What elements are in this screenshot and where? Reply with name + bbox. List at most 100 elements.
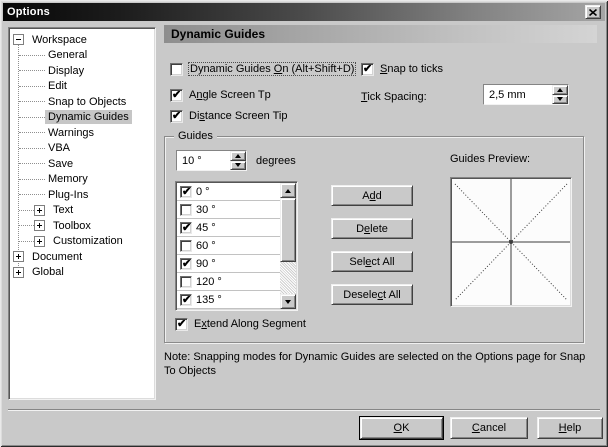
- angle-label: 0 °: [196, 186, 210, 198]
- tree-connector-stub: [19, 132, 45, 133]
- tree-item-label: General: [45, 48, 90, 62]
- delete-button[interactable]: Delete: [331, 218, 413, 239]
- tree-item-dynamic-guides[interactable]: Dynamic Guides: [9, 110, 155, 126]
- checkbox-icon[interactable]: [180, 258, 192, 270]
- expand-plus-icon[interactable]: [13, 267, 24, 278]
- guides-group: Guides 10 ° degrees 0 °30 °45 °60 °90 °1…: [164, 136, 584, 343]
- tick-spacing-label: Tick Spacing:: [361, 91, 427, 103]
- checkbox-icon[interactable]: [180, 294, 192, 306]
- options-tree[interactable]: WorkspaceGeneral DisplayEditSnap to Objec…: [8, 27, 156, 400]
- tree-item-toolbox[interactable]: Toolbox: [9, 218, 155, 234]
- arrow-down-icon: [235, 163, 241, 167]
- angle-row-135[interactable]: 135 °: [177, 291, 280, 309]
- extend-along-segment-checkbox[interactable]: Extend Along Segment: [175, 317, 306, 331]
- scrollbar-thumb[interactable]: [280, 198, 296, 262]
- ok-button[interactable]: OK: [360, 417, 443, 439]
- tree-item-plug-ins[interactable]: Plug-Ins: [9, 187, 155, 203]
- tree-item-text[interactable]: Text: [9, 203, 155, 219]
- footer-separator: [8, 409, 600, 411]
- expand-plus-icon[interactable]: [34, 236, 45, 247]
- tree-item-warnings[interactable]: Warnings: [9, 125, 155, 141]
- degrees-value[interactable]: 10 °: [177, 151, 230, 170]
- guides-group-title: Guides: [174, 130, 217, 142]
- page-title: Dynamic Guides: [164, 25, 597, 43]
- guides-preview: [450, 177, 572, 307]
- cancel-button[interactable]: Cancel: [450, 417, 528, 439]
- guides-preview-label: Guides Preview:: [450, 153, 530, 165]
- dynamic-guides-on-checkbox[interactable]: Dynamic Guides On (Alt+Shift+D): [170, 62, 355, 76]
- tree-item-snap-to-objects[interactable]: Snap to Objects: [9, 94, 155, 110]
- checkbox-icon[interactable]: [180, 204, 192, 216]
- tree-item-label: Edit: [45, 79, 70, 93]
- angle-label: 30 °: [196, 204, 216, 216]
- checkbox-icon[interactable]: [180, 276, 192, 288]
- checkbox-icon[interactable]: [180, 222, 192, 234]
- add-button[interactable]: Add: [331, 185, 413, 206]
- tree-item-customization[interactable]: Customization: [9, 234, 155, 250]
- collapse-minus-icon[interactable]: [13, 34, 24, 45]
- spin-down-button[interactable]: [552, 95, 568, 105]
- angle-screen-tip-label: Angle Screen Tp: [189, 89, 271, 101]
- close-button[interactable]: [585, 5, 601, 19]
- angle-row-45[interactable]: 45 °: [177, 219, 280, 237]
- angle-screen-tip-checkbox[interactable]: Angle Screen Tp: [170, 88, 271, 102]
- angle-row-30[interactable]: 30 °: [177, 201, 280, 219]
- tree-connector-stub: [19, 86, 45, 87]
- angle-row-90[interactable]: 90 °: [177, 255, 280, 273]
- tree-item-label: Warnings: [45, 126, 97, 140]
- checkbox-icon[interactable]: [180, 240, 192, 252]
- angle-label: 60 °: [196, 240, 216, 252]
- expand-plus-icon[interactable]: [13, 251, 24, 262]
- checkbox-icon[interactable]: [175, 318, 188, 331]
- tree-connector-stub: [19, 241, 34, 242]
- angle-list[interactable]: 0 ° 30 ° 45 ° 60 ° 90 ° 120 °135 °: [175, 181, 298, 311]
- tree-connector-stub: [19, 55, 45, 56]
- tree-connector-stub: [19, 225, 34, 226]
- spin-down-button[interactable]: [230, 161, 246, 171]
- options-dialog: Options WorkspaceGeneralDisplayEditSnap …: [0, 0, 608, 447]
- snap-to-ticks-checkbox[interactable]: Snap to ticks: [361, 62, 443, 76]
- tree-item-display[interactable]: Display: [9, 63, 155, 79]
- tree-item-label: Plug-Ins: [45, 188, 91, 202]
- expand-plus-icon[interactable]: [34, 220, 45, 231]
- checkbox-icon[interactable]: [361, 63, 374, 76]
- tree-item-save[interactable]: Save: [9, 156, 155, 172]
- tree-item-vba[interactable]: VBA: [9, 141, 155, 157]
- title-bar[interactable]: Options: [3, 3, 605, 21]
- degrees-spinbox[interactable]: 10 °: [176, 150, 247, 171]
- checkbox-icon[interactable]: [170, 110, 183, 123]
- help-button[interactable]: Help: [537, 417, 603, 439]
- tree-item-edit[interactable]: Edit: [9, 79, 155, 95]
- angle-row-60[interactable]: 60 °: [177, 237, 280, 255]
- select-all-button[interactable]: Select All: [331, 251, 413, 272]
- deselect-all-button[interactable]: Deselect All: [331, 284, 413, 305]
- scroll-down-button[interactable]: [280, 294, 296, 309]
- spin-up-button[interactable]: [552, 85, 568, 95]
- checkbox-icon[interactable]: [180, 186, 192, 198]
- tree-item-workspace[interactable]: Workspace: [9, 32, 155, 48]
- tree-item-label: Text: [50, 203, 76, 217]
- note-text: Note: Snapping modes for Dynamic Guides …: [164, 350, 598, 378]
- tree-item-label: Document: [29, 250, 85, 264]
- angle-list-scrollbar[interactable]: [280, 183, 296, 309]
- expand-plus-icon[interactable]: [34, 205, 45, 216]
- tick-spacing-value[interactable]: 2,5 mm: [484, 85, 552, 104]
- tree-item-global[interactable]: Global: [9, 265, 155, 281]
- checkbox-icon[interactable]: [170, 63, 183, 76]
- tree-connector-stub: [19, 148, 45, 149]
- arrow-up-icon: [285, 189, 291, 193]
- distance-screen-tip-checkbox[interactable]: Distance Screen Tip: [170, 109, 287, 123]
- tree-item-document[interactable]: Document: [9, 249, 155, 265]
- angle-row-0[interactable]: 0 °: [177, 183, 280, 201]
- tree-item-general[interactable]: General: [9, 48, 155, 64]
- angle-row-120[interactable]: 120 °: [177, 273, 280, 291]
- checkbox-icon[interactable]: [170, 89, 183, 102]
- tree-item-label: Display: [45, 64, 87, 78]
- spin-up-button[interactable]: [230, 151, 246, 161]
- tree-item-memory[interactable]: Memory: [9, 172, 155, 188]
- tree-connector-stub: [19, 101, 45, 102]
- scroll-up-button[interactable]: [280, 183, 296, 198]
- tick-spacing-spinbox[interactable]: 2,5 mm: [483, 84, 569, 105]
- angle-label: 90 °: [196, 258, 216, 270]
- guides-preview-image: [452, 179, 570, 305]
